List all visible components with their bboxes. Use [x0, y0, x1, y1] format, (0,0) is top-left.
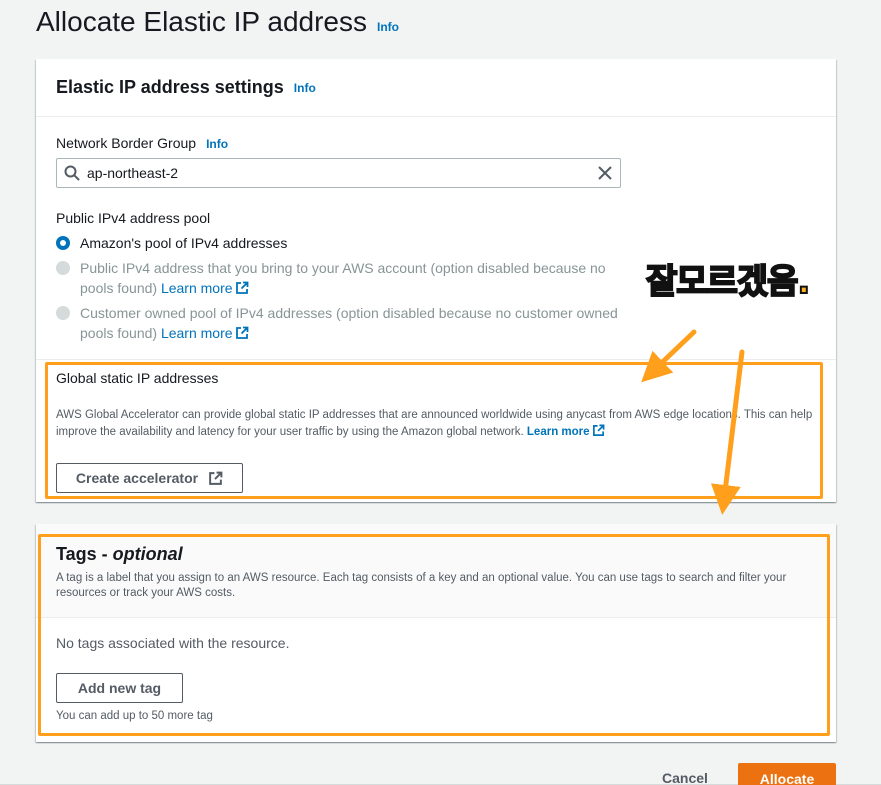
- annotation-text: 잘모르겠음.: [645, 261, 811, 303]
- tags-panel-title: Tags - optional: [56, 544, 183, 564]
- settings-panel-title: Elastic IP address settings: [56, 77, 284, 97]
- global-static-ip-title: Global static IP addresses: [56, 370, 219, 386]
- search-icon: [57, 165, 87, 181]
- ipv4-pool-label: Public IPv4 address pool: [56, 210, 211, 226]
- tags-optional-label: optional: [112, 544, 183, 564]
- tags-panel: Tags - optional A tag is a label that yo…: [36, 524, 836, 742]
- no-tags-message: No tags associated with the resource.: [56, 635, 290, 651]
- settings-panel-header: Elastic IP address settings Info: [36, 59, 836, 117]
- radio-amazon-pool-label: Amazon's pool of IPv4 addresses: [80, 235, 288, 251]
- page: Allocate Elastic IP address Info Elastic…: [0, 0, 881, 785]
- radio-customer-owned-pool-text: Customer owned pool of IPv4 addresses (o…: [80, 303, 620, 343]
- coip-learn-more-link[interactable]: Learn more: [161, 325, 249, 341]
- radio-checked-icon[interactable]: [56, 236, 70, 250]
- settings-info-link[interactable]: Info: [294, 81, 316, 95]
- tags-description: A tag is a label that you assign to an A…: [56, 572, 787, 599]
- radio-disabled-icon: [56, 306, 70, 320]
- radio-byoip-pool-text: Public IPv4 address that you bring to yo…: [80, 258, 620, 298]
- network-border-group-label: Network Border Group Info: [56, 135, 228, 151]
- cancel-button[interactable]: Cancel: [662, 770, 708, 785]
- external-link-icon: [235, 281, 248, 294]
- external-link-icon: [235, 326, 248, 339]
- radio-byoip-pool-label: Public IPv4 address that you bring to yo…: [80, 260, 606, 296]
- add-new-tag-button[interactable]: Add new tag: [56, 673, 183, 703]
- create-accelerator-label: Create accelerator: [75, 470, 199, 486]
- radio-customer-owned-pool: Customer owned pool of IPv4 addresses (o…: [56, 303, 620, 343]
- page-info-link[interactable]: Info: [377, 20, 399, 34]
- global-accelerator-learn-more-link[interactable]: Learn more: [527, 424, 605, 438]
- network-border-group-input[interactable]: [87, 165, 590, 181]
- radio-amazon-pool[interactable]: Amazon's pool of IPv4 addresses: [56, 233, 620, 253]
- page-title: Allocate Elastic IP address Info: [36, 6, 399, 38]
- network-border-group-label-text: Network Border Group: [56, 135, 197, 151]
- network-border-group-info-link[interactable]: Info: [206, 137, 228, 151]
- divider: [36, 359, 836, 360]
- external-link-icon: [592, 424, 604, 436]
- byoip-learn-more-link[interactable]: Learn more: [161, 280, 249, 296]
- radio-byoip-pool: Public IPv4 address that you bring to yo…: [56, 258, 620, 298]
- global-static-ip-description: AWS Global Accelerator can provide globa…: [56, 407, 816, 440]
- page-title-text: Allocate Elastic IP address: [36, 6, 367, 37]
- allocate-button[interactable]: Allocate: [738, 763, 836, 785]
- network-border-group-select[interactable]: [56, 158, 621, 188]
- create-accelerator-button[interactable]: Create accelerator: [56, 463, 243, 493]
- clear-icon[interactable]: [590, 166, 620, 180]
- external-link-icon: [209, 471, 223, 485]
- tags-limit-hint: You can add up to 50 more tag: [56, 710, 213, 722]
- tags-panel-header: Tags - optional A tag is a label that yo…: [36, 524, 836, 618]
- radio-disabled-icon: [56, 261, 70, 275]
- global-static-ip-description-text: AWS Global Accelerator can provide globa…: [56, 409, 813, 438]
